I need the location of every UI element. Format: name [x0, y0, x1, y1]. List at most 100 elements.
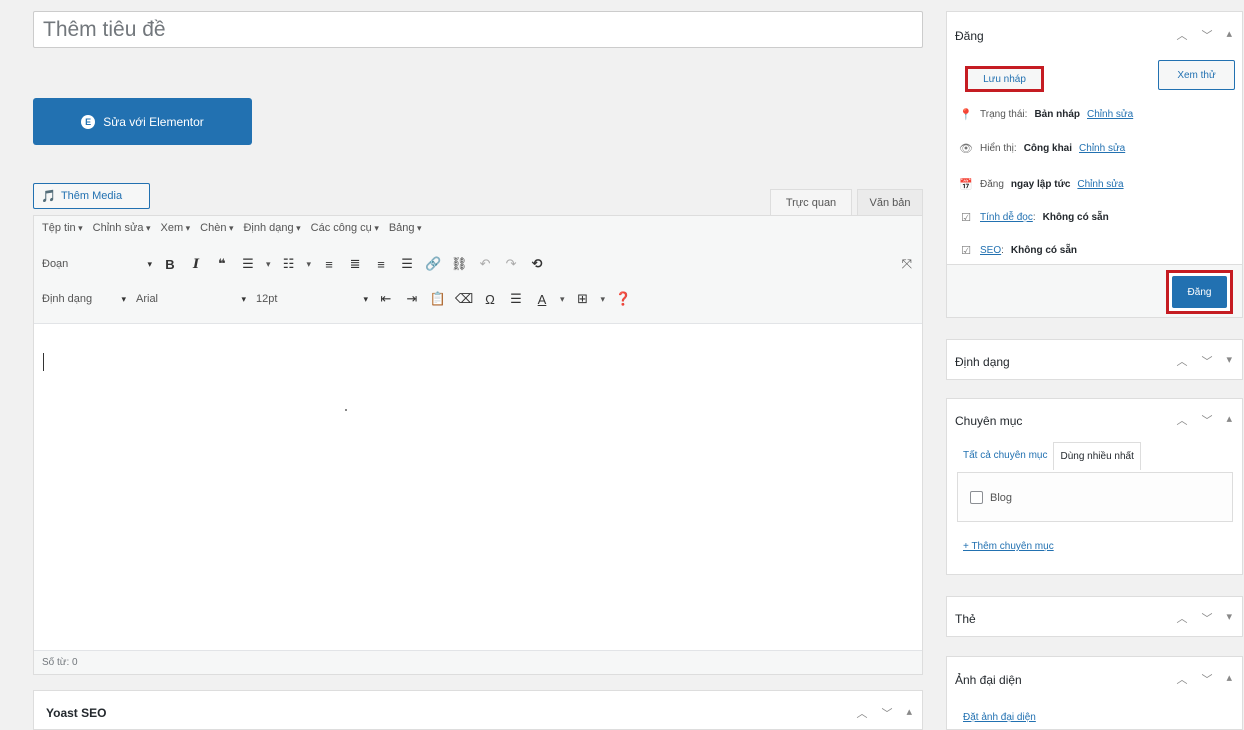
set-featured-image-link[interactable]: Đặt ảnh đại diện: [963, 712, 1036, 723]
menu-table[interactable]: Bảng: [389, 222, 422, 234]
add-media-button[interactable]: 🎵 Thêm Media: [33, 183, 150, 209]
visibility-value: Công khai: [1023, 143, 1073, 154]
align-right-icon[interactable]: ≡: [373, 256, 389, 272]
expand-toggle-icon[interactable]: ▾: [1226, 353, 1232, 369]
post-title-input[interactable]: Thêm tiêu đề: [33, 11, 923, 48]
unlink-icon[interactable]: ⛓: [451, 256, 468, 272]
font-size-select[interactable]: 12pt: [256, 293, 368, 305]
chevron-up-icon[interactable]: ︿: [1176, 27, 1187, 43]
bullet-list-icon[interactable]: ☰: [240, 256, 256, 272]
chevron-down-icon[interactable]: ﹀: [1201, 27, 1212, 43]
clear-formatting-icon[interactable]: ⌫: [455, 291, 473, 307]
fullscreen-icon[interactable]: ⤧: [902, 256, 912, 272]
table-icon[interactable]: ⊞: [575, 291, 591, 307]
menu-insert[interactable]: Chèn: [200, 222, 233, 234]
editor-content-area[interactable]: [345, 409, 347, 411]
italic-icon[interactable]: I: [188, 256, 204, 272]
tab-text[interactable]: Văn bản: [857, 189, 923, 216]
yoast-controls: ︿ ﹀ ▴: [856, 705, 912, 721]
chevron-up-icon[interactable]: ︿: [1176, 671, 1187, 687]
tags-panel: Thẻ ︿ ﹀ ▾: [946, 596, 1243, 637]
yoast-seo-icon: ☑: [961, 245, 971, 257]
category-list: Blog: [957, 472, 1233, 522]
readability-link[interactable]: Tính dễ đọc: [980, 212, 1033, 223]
bullet-list-dropdown-icon[interactable]: ▾: [266, 259, 271, 270]
font-family-select[interactable]: Arial: [136, 293, 246, 305]
seo-row: ☑ SEO: Không có sẵn: [959, 244, 1077, 257]
save-draft-button[interactable]: Lưu nháp: [965, 66, 1044, 92]
numbered-list-icon[interactable]: ☷: [281, 256, 297, 272]
word-count: Số từ: 0: [42, 657, 78, 668]
horizontal-line-icon[interactable]: ☰: [508, 291, 524, 307]
blockquote-icon[interactable]: ❝: [214, 256, 230, 272]
special-character-icon[interactable]: Ω: [482, 291, 498, 307]
align-justify-icon[interactable]: ☰: [399, 256, 415, 272]
expand-toggle-icon[interactable]: ▾: [1226, 610, 1232, 626]
publish-panel-title: Đăng: [955, 29, 984, 43]
table-dropdown-icon[interactable]: ▾: [601, 294, 606, 305]
categories-panel-controls: ︿ ﹀ ▴: [1176, 412, 1232, 428]
collapse-toggle-icon[interactable]: ▴: [906, 705, 912, 721]
add-media-label: Thêm Media: [60, 190, 123, 202]
refresh-icon[interactable]: ⟲: [529, 256, 545, 272]
edit-with-elementor-button[interactable]: E Sửa với Elementor: [33, 98, 252, 145]
yoast-readability-icon: ☑: [961, 212, 971, 224]
seo-link[interactable]: SEO: [980, 245, 1001, 256]
format-panel-title: Định dạng: [955, 355, 1010, 369]
align-center-icon[interactable]: ≣: [347, 256, 363, 272]
menu-tools[interactable]: Các công cụ: [311, 222, 379, 234]
paragraph-format-select[interactable]: Đoạn: [42, 258, 152, 270]
preview-button[interactable]: Xem thử: [1158, 60, 1235, 90]
help-icon[interactable]: ❓: [615, 291, 631, 307]
status-row: 📍 Trạng thái: Bản nháp Chỉnh sửa: [959, 109, 1134, 121]
status-bar: Số từ: 0: [34, 650, 922, 674]
list-item[interactable]: Blog: [970, 491, 1012, 504]
collapse-toggle-icon[interactable]: ▴: [1226, 412, 1232, 428]
visibility-edit-link[interactable]: Chỉnh sửa: [1079, 143, 1125, 154]
numbered-list-dropdown-icon[interactable]: ▾: [307, 259, 312, 270]
align-left-icon[interactable]: ≡: [321, 256, 337, 272]
schedule-value: ngay lập tức: [1010, 179, 1071, 190]
chevron-down-icon[interactable]: ﹀: [1201, 412, 1212, 428]
menu-file[interactable]: Tệp tin: [42, 222, 83, 234]
category-tabs: Tất cả chuyên mục Dùng nhiều nhất: [957, 442, 1141, 470]
schedule-edit-link[interactable]: Chỉnh sửa: [1077, 179, 1123, 190]
status-edit-link[interactable]: Chỉnh sửa: [1087, 109, 1133, 120]
readability-value: Không có sẵn: [1042, 212, 1109, 223]
editor-box: Tệp tin Chỉnh sửa Xem Chèn Định dạng Các…: [33, 215, 923, 675]
media-icon: 🎵: [41, 189, 56, 203]
collapse-toggle-icon[interactable]: ▴: [1226, 671, 1232, 687]
link-icon[interactable]: 🔗: [425, 256, 441, 272]
chevron-down-icon[interactable]: ﹀: [1201, 671, 1212, 687]
menu-view[interactable]: Xem: [160, 222, 190, 234]
yoast-seo-title: Yoast SEO: [46, 706, 107, 720]
collapse-toggle-icon[interactable]: ▴: [1226, 27, 1232, 43]
menu-edit[interactable]: Chỉnh sửa: [93, 222, 151, 234]
undo-icon[interactable]: ↶: [477, 256, 493, 272]
chevron-up-icon[interactable]: ︿: [856, 705, 867, 721]
chevron-down-icon[interactable]: ﹀: [1201, 610, 1212, 626]
redo-icon[interactable]: ↷: [503, 256, 519, 272]
menu-format[interactable]: Định dạng: [243, 222, 300, 234]
tab-visual[interactable]: Trực quan: [770, 189, 852, 216]
indent-icon[interactable]: ⇥: [404, 291, 420, 307]
featured-image-panel-controls: ︿ ﹀ ▴: [1176, 671, 1232, 687]
chevron-up-icon[interactable]: ︿: [1176, 412, 1187, 428]
outdent-icon[interactable]: ⇤: [378, 291, 394, 307]
category-checkbox[interactable]: [970, 491, 983, 504]
chevron-down-icon[interactable]: ﹀: [881, 705, 892, 721]
text-color-icon[interactable]: A: [534, 291, 550, 307]
add-category-link[interactable]: + Thêm chuyên mục: [963, 541, 1054, 552]
format-menu[interactable]: Định dạng: [42, 293, 126, 305]
tab-all-categories[interactable]: Tất cả chuyên mục: [957, 442, 1053, 470]
text-color-dropdown-icon[interactable]: ▾: [560, 294, 565, 305]
chevron-up-icon[interactable]: ︿: [1176, 610, 1187, 626]
bold-icon[interactable]: B: [162, 256, 178, 272]
publish-button[interactable]: Đăng: [1166, 270, 1233, 314]
chevron-down-icon[interactable]: ﹀: [1201, 353, 1212, 369]
tab-most-used[interactable]: Dùng nhiều nhất: [1053, 442, 1141, 470]
paste-text-icon[interactable]: 📋: [430, 291, 446, 307]
chevron-up-icon[interactable]: ︿: [1176, 353, 1187, 369]
text-cursor: [43, 353, 44, 371]
format-panel-controls: ︿ ﹀ ▾: [1176, 353, 1232, 369]
